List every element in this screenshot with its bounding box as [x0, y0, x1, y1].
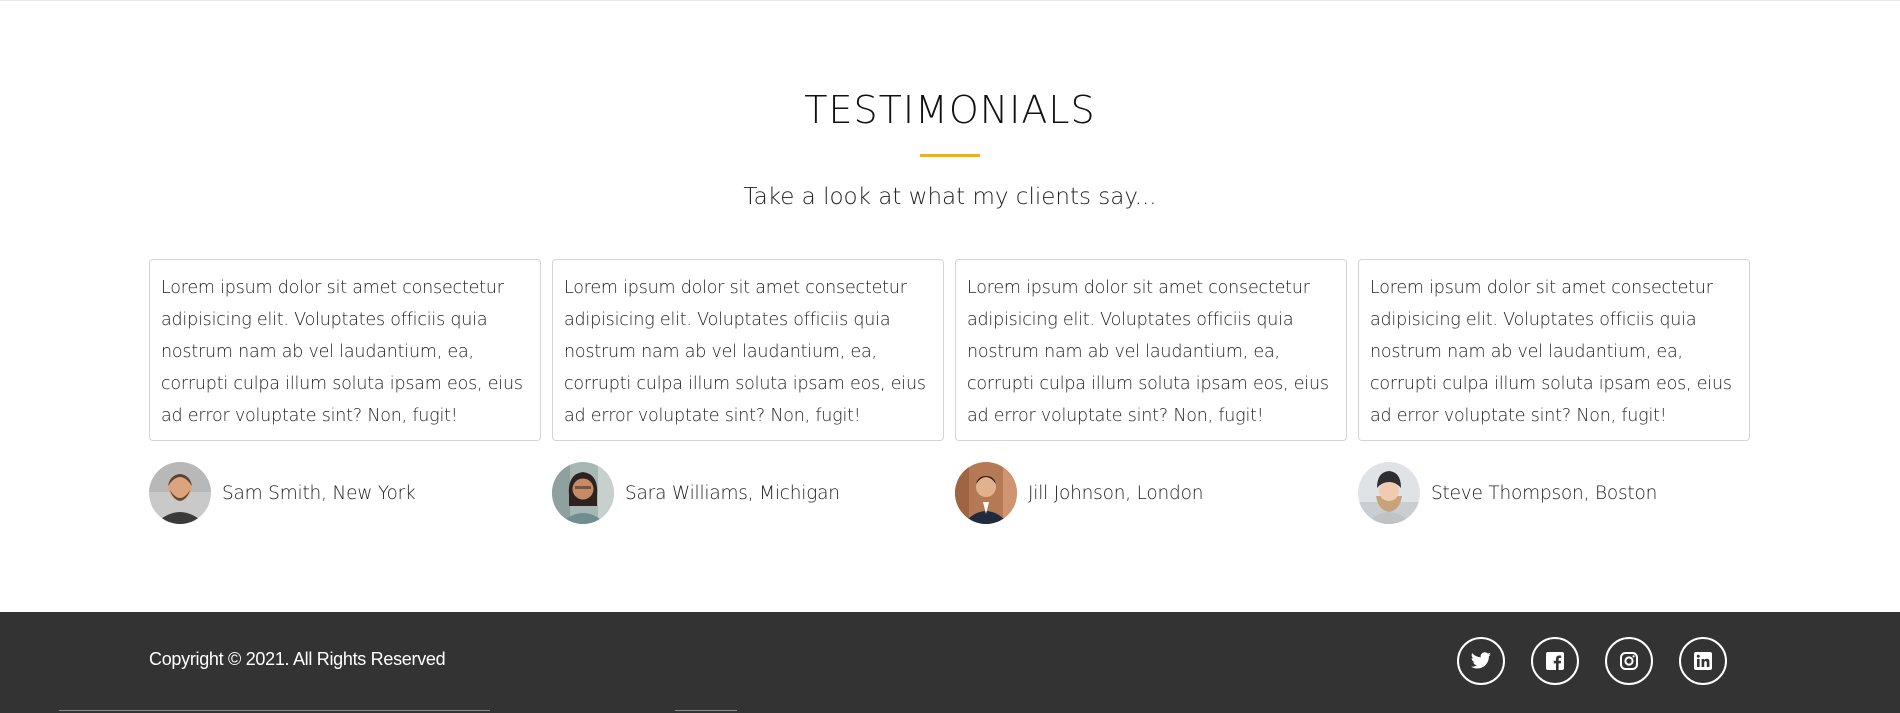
section-title: TESTIMONIALS: [804, 88, 1096, 132]
linkedin-link[interactable]: [1679, 637, 1727, 685]
title-underline: [920, 154, 980, 157]
avatar: [552, 462, 614, 524]
author-name: Sam Smith, New York: [222, 482, 416, 504]
author-name: Sara Williams, Michigan: [625, 482, 840, 504]
twitter-icon: [1470, 652, 1492, 669]
testimonial-card: Lorem ipsum dolor sit amet consectetur a…: [552, 259, 944, 524]
testimonial-author: Sara Williams, Michigan: [552, 461, 840, 525]
testimonial-quote: Lorem ipsum dolor sit amet consectetur a…: [955, 259, 1347, 441]
instagram-icon: [1620, 652, 1638, 670]
site-footer: Copyright © 2021. All Rights Reserved: [0, 612, 1900, 713]
testimonial-card: Lorem ipsum dolor sit amet consectetur a…: [955, 259, 1347, 524]
facebook-link[interactable]: [1531, 637, 1579, 685]
section-subtitle: Take a look at what my clients say...: [743, 184, 1157, 210]
testimonials-section: TESTIMONIALS Take a look at what my clie…: [0, 0, 1900, 612]
author-name: Steve Thompson, Boston: [1431, 482, 1658, 504]
avatar: [149, 462, 211, 524]
testimonial-author: Jill Johnson, London: [955, 461, 1203, 525]
avatar: [1358, 462, 1420, 524]
testimonial-card: Lorem ipsum dolor sit amet consectetur a…: [1358, 259, 1750, 524]
linkedin-icon: [1694, 652, 1712, 670]
footer-divider: [59, 710, 490, 711]
testimonial-author: Sam Smith, New York: [149, 461, 416, 525]
copyright-text: Copyright © 2021. All Rights Reserved: [149, 649, 446, 669]
testimonial-author: Steve Thompson, Boston: [1358, 461, 1657, 525]
testimonial-quote: Lorem ipsum dolor sit amet consectetur a…: [1358, 259, 1750, 441]
twitter-link[interactable]: [1457, 637, 1505, 685]
testimonial-quote: Lorem ipsum dolor sit amet consectetur a…: [552, 259, 944, 441]
testimonial-card: Lorem ipsum dolor sit amet consectetur a…: [149, 259, 541, 524]
avatar: [955, 462, 1017, 524]
author-name: Jill Johnson, London: [1028, 482, 1204, 504]
testimonial-quote: Lorem ipsum dolor sit amet consectetur a…: [149, 259, 541, 441]
instagram-link[interactable]: [1605, 637, 1653, 685]
facebook-icon: [1546, 652, 1564, 670]
footer-divider: [675, 710, 737, 711]
